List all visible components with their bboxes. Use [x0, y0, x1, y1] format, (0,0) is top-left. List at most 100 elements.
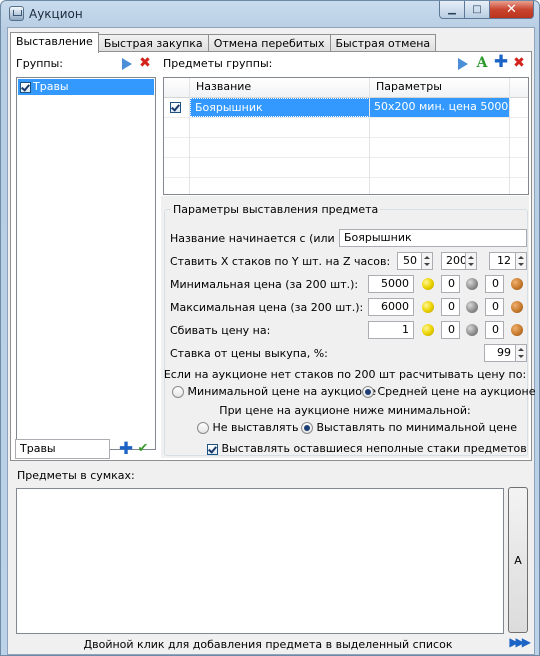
window-controls: ▁ □ ✕	[439, 1, 534, 19]
max-silver-input[interactable]: 0	[441, 298, 460, 316]
silver-coin-icon	[466, 324, 478, 336]
silver-coin-icon	[466, 278, 478, 290]
list-item[interactable]: Травы	[18, 79, 154, 95]
min-price-label: Минимальная цена (за 200 шт.):	[170, 278, 359, 291]
copper-coin-icon	[511, 301, 523, 313]
row-check-cell[interactable]	[164, 98, 190, 117]
stacks-y-input[interactable]: 200	[441, 252, 466, 270]
stacks-x-input[interactable]: 50	[397, 252, 422, 270]
header-check-column	[164, 78, 190, 97]
params-title: Параметры выставления предмета	[171, 203, 381, 216]
partial-stacks-checkbox[interactable]: Выставлять оставшиеся неполные стаки пре…	[207, 442, 527, 455]
min-gold-input[interactable]: 5000	[368, 275, 414, 293]
gold-coin-icon	[422, 324, 434, 336]
close-button[interactable]: ✕	[490, 1, 534, 19]
radio-button[interactable]	[197, 422, 209, 434]
grid-header: Название Параметры	[164, 78, 528, 98]
window-title: Аукцион	[29, 7, 83, 21]
group-checkbox[interactable]	[20, 81, 31, 93]
bags-label: Предметы в сумках:	[17, 469, 135, 482]
table-row[interactable]: Боярышник 50x200 мин. цена 5000г...	[164, 98, 528, 118]
fast-forward-icon[interactable]: ▶▶▶	[509, 635, 531, 649]
row-params[interactable]: 50x200 мин. цена 5000г...	[370, 98, 510, 117]
client-area: Выставление Быстрая закупка Отмена переб…	[7, 27, 536, 655]
play-icon[interactable]	[120, 57, 134, 71]
header-name[interactable]: Название	[190, 78, 370, 97]
max-price-label: Максимальная цена (за 200 шт.):	[170, 301, 364, 314]
gold-coin-icon	[422, 278, 434, 290]
params-panel: Параметры выставления предмета Название …	[161, 196, 536, 458]
grid-line	[509, 78, 510, 194]
tab-strip: Выставление Быстрая закупка Отмена переб…	[10, 32, 437, 53]
app-window: Аукцион ▁ □ ✕ Выставление Быстрая закупк…	[0, 0, 540, 656]
add-item-icon[interactable]: ✚	[494, 54, 508, 71]
radio-button[interactable]	[172, 386, 184, 398]
copper-coin-icon	[511, 324, 523, 336]
checkbox[interactable]	[207, 443, 218, 455]
radio-label: Не выставлять	[212, 421, 299, 434]
name-input[interactable]: Боярышник	[339, 229, 527, 247]
grid-line	[369, 78, 370, 194]
table-row	[164, 158, 528, 178]
group-items-label: Предметы группы:	[163, 57, 273, 70]
radio-label: Средней цене на аукционе	[377, 385, 536, 398]
tab-panel-listing: Группы: ✖ Травы Предметы группы: A ✚ ✖ Н…	[10, 51, 536, 461]
no-stacks-text: Если на аукционе нет стаков по 200 шт ра…	[163, 368, 527, 381]
radio-button[interactable]	[362, 386, 374, 398]
radio-label: Выставлять по минимальной цене	[316, 421, 518, 434]
stacks-label: Ставить X стаков по Y шт. на Z часов:	[170, 255, 391, 268]
tab-listing[interactable]: Выставление	[10, 32, 99, 53]
groups-list[interactable]: Травы	[16, 77, 156, 450]
max-gold-input[interactable]: 6000	[368, 298, 414, 316]
buyout-input[interactable]: 99	[484, 344, 516, 362]
radio-do-not-list[interactable]: Не выставлять	[197, 421, 298, 434]
app-icon	[9, 6, 24, 21]
row-checkbox[interactable]	[170, 101, 181, 113]
silver-coin-icon	[466, 301, 478, 313]
bags-list[interactable]	[16, 488, 504, 634]
max-copper-input[interactable]: 0	[485, 298, 504, 316]
copper-coin-icon	[511, 278, 523, 290]
undercut-copper-input[interactable]: 0	[485, 321, 504, 339]
play-items-icon[interactable]	[456, 57, 470, 71]
row-name[interactable]: Боярышник	[190, 98, 370, 117]
status-text: Двойной клик для добавления предмета в в…	[83, 638, 453, 651]
undercut-gold-input[interactable]: 1	[368, 321, 414, 339]
group-name: Травы	[33, 80, 69, 93]
radio-button[interactable]	[301, 422, 313, 434]
name-label: Название начинается с (или id):	[170, 232, 357, 245]
table-row	[164, 138, 528, 158]
min-copper-input[interactable]: 0	[485, 275, 504, 293]
undercut-silver-input[interactable]: 0	[441, 321, 460, 339]
maximize-button[interactable]: □	[465, 1, 490, 19]
min-silver-input[interactable]: 0	[441, 275, 460, 293]
gold-coin-icon	[422, 301, 434, 313]
radio-label: Минимальной цене на аукционе	[187, 385, 376, 398]
checkbox-label: Выставлять оставшиеся неполные стаки пре…	[221, 442, 527, 455]
table-row	[164, 118, 528, 138]
groups-label: Группы:	[16, 57, 63, 70]
stacks-z-stepper[interactable]	[516, 252, 527, 270]
undercut-label: Сбивать цену на:	[170, 324, 271, 337]
letter-a-icon[interactable]: A	[475, 56, 489, 70]
buyout-stepper[interactable]	[516, 344, 527, 362]
header-params[interactable]: Параметры	[370, 78, 510, 97]
radio-list-at-min[interactable]: Выставлять по минимальной цене	[301, 421, 517, 434]
stacks-y-stepper[interactable]	[466, 252, 477, 270]
add-group-icon[interactable]: ✚	[119, 441, 133, 458]
delete-item-icon[interactable]: ✖	[512, 56, 526, 70]
grid-line	[189, 78, 190, 194]
radio-avg-price[interactable]: Средней цене на аукционе	[362, 385, 536, 398]
group-name-input[interactable]: Травы	[15, 439, 110, 459]
delete-group-icon[interactable]: ✖	[138, 56, 152, 70]
stacks-x-stepper[interactable]	[422, 252, 433, 270]
minimize-button[interactable]: ▁	[439, 1, 465, 19]
stacks-z-input[interactable]: 12	[489, 252, 516, 270]
below-min-text: При цене на аукционе ниже минимальной:	[219, 404, 471, 417]
group-items-grid[interactable]: Название Параметры Боярышник 50x200 мин.…	[163, 77, 529, 195]
confirm-icon[interactable]: ✔	[136, 442, 150, 456]
title-bar[interactable]: Аукцион ▁ □ ✕	[1, 1, 539, 27]
bags-side-button[interactable]: A	[508, 487, 528, 633]
buyout-label: Ставка от цены выкупа, %:	[170, 347, 328, 360]
radio-min-price[interactable]: Минимальной цене на аукционе	[172, 385, 376, 398]
